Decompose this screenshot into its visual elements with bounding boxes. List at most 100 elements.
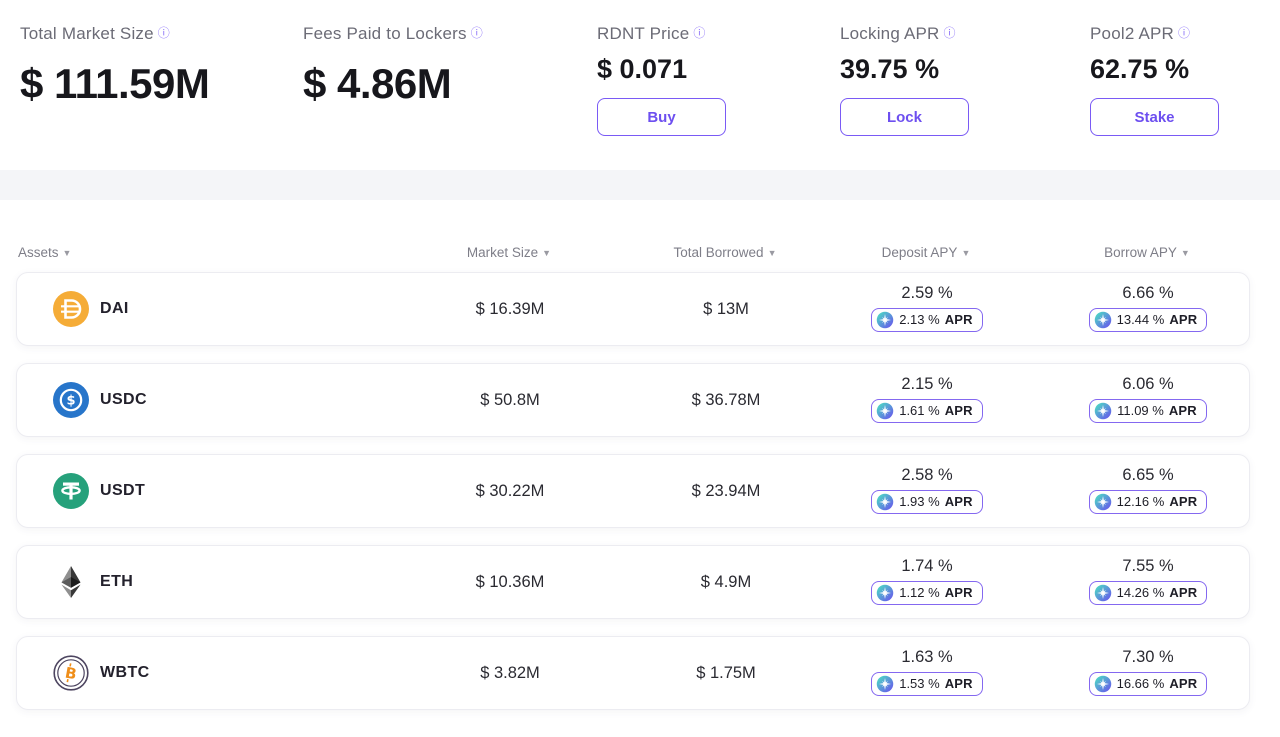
borrow-apr-value: 12.16 % (1117, 493, 1165, 511)
total-borrowed-value: $ 36.78M (643, 391, 809, 410)
info-icon[interactable]: ⓘ (693, 26, 705, 40)
rdnt-star-icon (876, 493, 894, 511)
deposit-apr-badge[interactable]: 2.13 % APR (871, 308, 983, 332)
buy-button[interactable]: Buy (597, 98, 726, 136)
rdnt-star-icon (876, 311, 894, 329)
apr-suffix: APR (1169, 584, 1197, 602)
usdc-icon: $ (53, 382, 89, 418)
deposit-apr-badge[interactable]: 1.93 % APR (871, 490, 983, 514)
stake-button[interactable]: Stake (1090, 98, 1219, 136)
sort-icon: ▼ (961, 248, 970, 258)
rdnt-star-icon (876, 584, 894, 602)
info-icon[interactable]: ⓘ (158, 26, 170, 40)
info-icon[interactable]: ⓘ (944, 26, 956, 40)
table-row-usdt[interactable]: USDT $ 30.22M $ 23.94M 2.58 % 1.93 % APR… (16, 454, 1250, 528)
lock-button[interactable]: Lock (840, 98, 969, 136)
borrow-apr-value: 14.26 % (1117, 584, 1165, 602)
deposit-apy-cell: 1.74 % 1.12 % APR (809, 557, 1045, 607)
borrow-apy-value: 7.30 % (1045, 648, 1251, 667)
total-borrowed-value: $ 1.75M (643, 664, 809, 683)
column-header-market-size[interactable]: Market Size▼ (376, 245, 642, 260)
apr-suffix: APR (1169, 402, 1197, 420)
deposit-apy-value: 2.15 % (809, 375, 1045, 394)
info-icon[interactable]: ⓘ (1178, 26, 1190, 40)
info-icon[interactable]: ⓘ (471, 26, 483, 40)
deposit-apr-value: 1.61 % (899, 402, 939, 420)
deposit-apy-value: 1.63 % (809, 648, 1045, 667)
rdnt-star-icon (1094, 402, 1112, 420)
column-header-borrow-apy[interactable]: Borrow APY▼ (1044, 245, 1250, 260)
table-row-usdc[interactable]: $ USDC $ 50.8M $ 36.78M 2.15 % 1.61 % AP… (16, 363, 1250, 437)
deposit-apy-cell: 2.58 % 1.93 % APR (809, 466, 1045, 516)
stats-bar: Total Market Sizeⓘ $ 111.59M Fees Paid t… (0, 0, 1280, 170)
column-header-total-borrowed[interactable]: Total Borrowed▼ (642, 245, 808, 260)
total-borrowed-value: $ 23.94M (643, 482, 809, 501)
asset-cell: $ USDC (17, 382, 377, 418)
stat-fees-paid-to-lockers: Fees Paid to Lockersⓘ $ 4.86M (303, 24, 597, 170)
sort-icon: ▼ (768, 248, 777, 258)
total-borrowed-value: $ 4.9M (643, 573, 809, 592)
deposit-apr-value: 1.12 % (899, 584, 939, 602)
deposit-apy-cell: 2.15 % 1.61 % APR (809, 375, 1045, 425)
borrow-apy-value: 7.55 % (1045, 557, 1251, 576)
stat-locking-apr: Locking APRⓘ 39.75 % Lock (840, 24, 1090, 170)
market-size-value: $ 30.22M (377, 482, 643, 501)
deposit-apr-badge[interactable]: 1.12 % APR (871, 581, 983, 605)
borrow-apy-cell: 6.65 % 12.16 % APR (1045, 466, 1251, 516)
market-size-value: $ 10.36M (377, 573, 643, 592)
column-header-assets[interactable]: Assets▼ (16, 245, 376, 260)
market-size-value: $ 50.8M (377, 391, 643, 410)
borrow-apr-value: 11.09 % (1117, 402, 1164, 420)
stat-pool2-apr: Pool2 APRⓘ 62.75 % Stake (1090, 24, 1280, 170)
borrow-apy-cell: 6.06 % 11.09 % APR (1045, 375, 1251, 425)
stat-value: $ 4.86M (303, 60, 597, 108)
deposit-apy-cell: 1.63 % 1.53 % APR (809, 648, 1045, 698)
apr-suffix: APR (945, 402, 973, 420)
borrow-apr-badge[interactable]: 14.26 % APR (1089, 581, 1208, 605)
borrow-apr-badge[interactable]: 11.09 % APR (1089, 399, 1207, 423)
apr-suffix: APR (945, 584, 973, 602)
deposit-apy-value: 2.58 % (809, 466, 1045, 485)
borrow-apy-cell: 7.55 % 14.26 % APR (1045, 557, 1251, 607)
deposit-apr-badge[interactable]: 1.61 % APR (871, 399, 983, 423)
stat-total-market-size: Total Market Sizeⓘ $ 111.59M (20, 24, 303, 170)
deposit-apy-value: 2.59 % (809, 284, 1045, 303)
borrow-apr-badge[interactable]: 12.16 % APR (1089, 490, 1208, 514)
stat-value: $ 111.59M (20, 60, 303, 108)
apr-suffix: APR (945, 493, 973, 511)
sort-icon: ▼ (63, 248, 72, 258)
borrow-apy-value: 6.65 % (1045, 466, 1251, 485)
borrow-apy-cell: 6.66 % 13.44 % APR (1045, 284, 1251, 334)
deposit-apr-value: 2.13 % (899, 311, 939, 329)
table-row-eth[interactable]: ETH $ 10.36M $ 4.9M 1.74 % 1.12 % APR 7.… (16, 545, 1250, 619)
deposit-apr-badge[interactable]: 1.53 % APR (871, 672, 983, 696)
borrow-apr-badge[interactable]: 16.66 % APR (1089, 672, 1208, 696)
borrow-apr-value: 13.44 % (1117, 311, 1165, 329)
apr-suffix: APR (945, 675, 973, 693)
section-divider-band (0, 170, 1280, 200)
asset-name: ETH (100, 573, 133, 591)
total-borrowed-value: $ 13M (643, 300, 809, 319)
borrow-apy-cell: 7.30 % 16.66 % APR (1045, 648, 1251, 698)
apr-suffix: APR (1169, 311, 1197, 329)
borrow-apr-badge[interactable]: 13.44 % APR (1089, 308, 1208, 332)
table-row-dai[interactable]: DAI $ 16.39M $ 13M 2.59 % 2.13 % APR 6.6… (16, 272, 1250, 346)
stat-value: 62.75 % (1090, 54, 1280, 85)
stat-label: RDNT Priceⓘ (597, 24, 840, 44)
market-size-value: $ 3.82M (377, 664, 643, 683)
borrow-apy-value: 6.66 % (1045, 284, 1251, 303)
sort-icon: ▼ (1181, 248, 1190, 258)
deposit-apr-value: 1.93 % (899, 493, 939, 511)
column-header-deposit-apy[interactable]: Deposit APY▼ (808, 245, 1044, 260)
stat-value: $ 0.071 (597, 54, 840, 85)
rdnt-star-icon (1094, 311, 1112, 329)
dai-icon (53, 291, 89, 327)
usdt-icon (53, 473, 89, 509)
asset-cell: DAI (17, 291, 377, 327)
markets-table-header: Assets▼ Market Size▼ Total Borrowed▼ Dep… (16, 245, 1250, 260)
deposit-apy-cell: 2.59 % 2.13 % APR (809, 284, 1045, 334)
table-row-wbtc[interactable]: B WBTC $ 3.82M $ 1.75M 1.63 % 1.53 % APR… (16, 636, 1250, 710)
apr-suffix: APR (945, 311, 973, 329)
deposit-apy-value: 1.74 % (809, 557, 1045, 576)
rdnt-star-icon (1094, 493, 1112, 511)
